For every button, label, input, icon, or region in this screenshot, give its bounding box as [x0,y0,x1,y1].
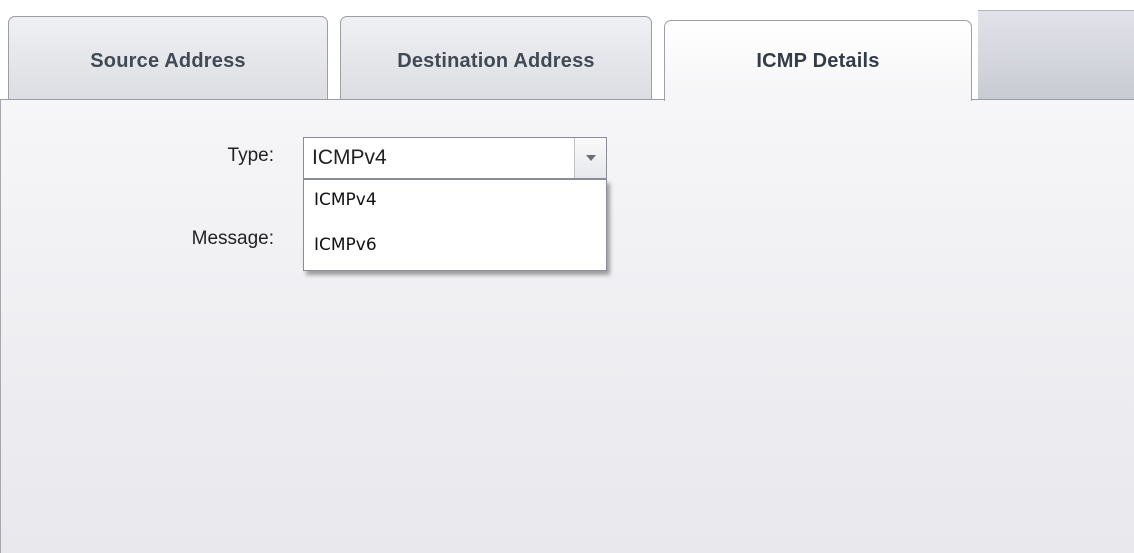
tab-strip: Source Address Destination Address ICMP … [0,0,1134,101]
type-option-icmpv6[interactable]: ICMPv6 [314,235,377,255]
tab-icmp-details[interactable]: ICMP Details [664,20,972,101]
chevron-down-icon [585,154,596,161]
type-select-toggle-button[interactable] [574,138,606,178]
tab-label: ICMP Details [756,50,880,72]
type-option-icmpv4[interactable]: ICMPv4 [314,190,377,210]
tab-source-address[interactable]: Source Address [8,16,328,100]
tab-strip-filler [978,10,1134,99]
type-select[interactable]: ICMPv4 [303,137,607,179]
tab-label: Destination Address [397,50,595,72]
message-label: Message: [191,228,274,249]
type-select-value: ICMPv4 [312,146,387,169]
tab-label: Source Address [90,50,246,72]
tab-destination-address[interactable]: Destination Address [340,16,652,100]
type-label: Type: [227,145,274,166]
type-dropdown-list: ICMPv4 ICMPv6 [303,179,607,271]
